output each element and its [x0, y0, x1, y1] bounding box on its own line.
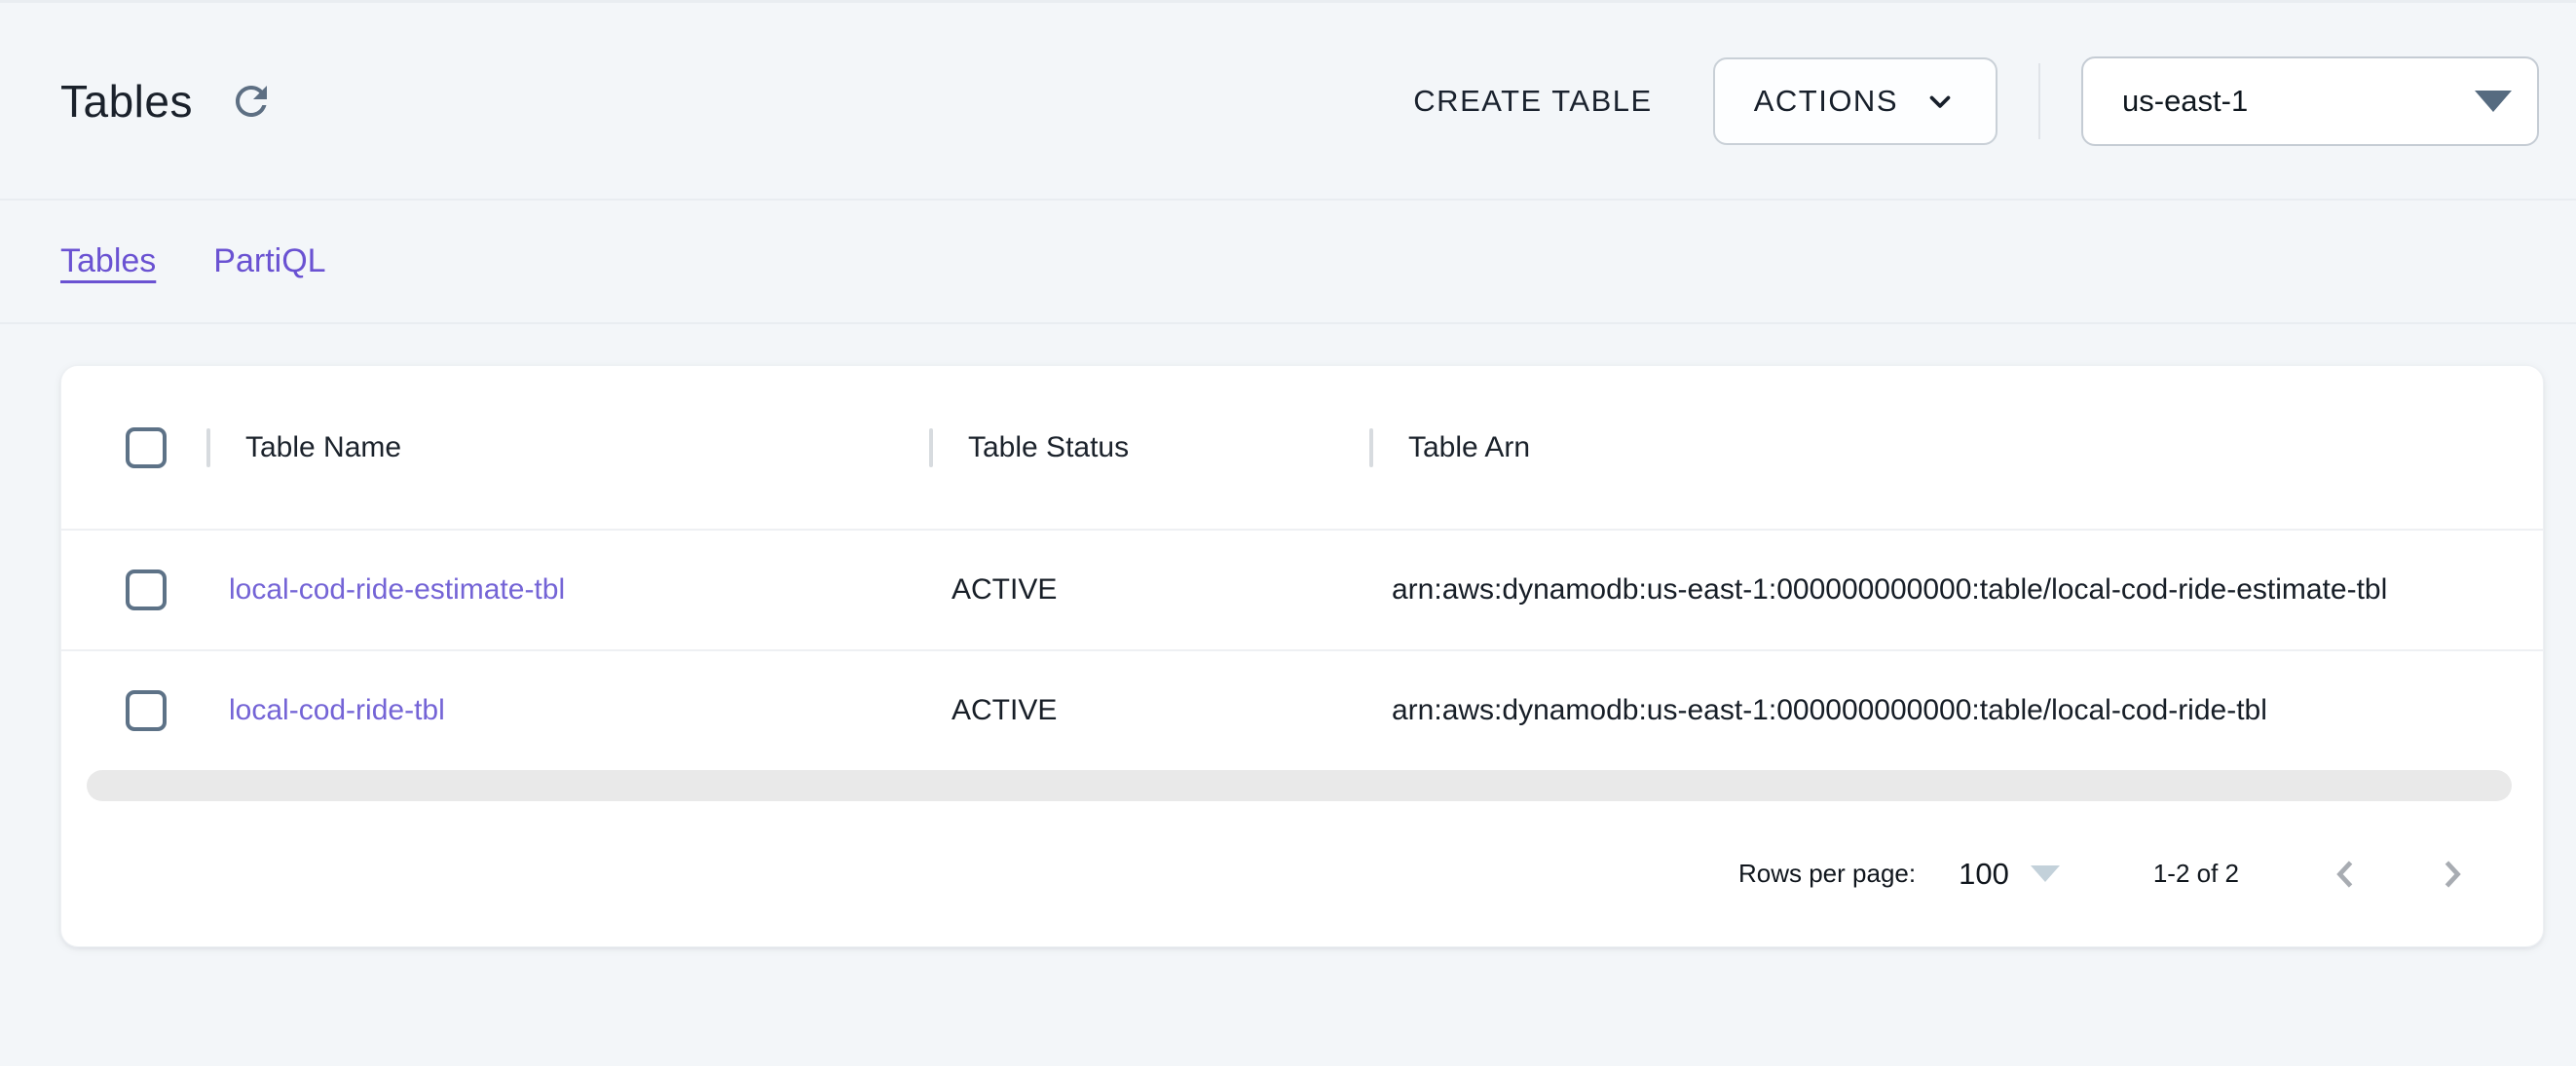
column-header-table-arn: Table Arn	[1369, 428, 2543, 467]
page-header: Tables CREATE TABLE ACTIONS us-east-1	[0, 3, 2576, 201]
table-row: local-cod-ride-tbl ACTIVE arn:aws:dynamo…	[61, 649, 2543, 770]
region-select[interactable]: us-east-1	[2081, 56, 2539, 146]
table-name-link[interactable]: local-cod-ride-estimate-tbl	[229, 573, 565, 606]
column-divider	[929, 428, 933, 467]
column-header-table-name: Table Name	[206, 428, 929, 467]
tab-partiql[interactable]: PartiQL	[213, 242, 325, 280]
column-divider	[206, 428, 210, 467]
dropdown-triangle-icon	[2475, 91, 2512, 112]
table-arn-cell: arn:aws:dynamodb:us-east-1:000000000000:…	[1369, 573, 2543, 607]
column-header-table-status: Table Status	[929, 428, 1369, 467]
tables-card: Table Name Table Status Table Arn local-…	[60, 365, 2544, 947]
actions-dropdown-button[interactable]: ACTIONS	[1713, 57, 1997, 145]
rows-per-page-value: 100	[1959, 857, 2009, 892]
chevron-right-icon	[2434, 856, 2471, 893]
table-header-row: Table Name Table Status Table Arn	[61, 366, 2543, 529]
table-status-cell: ACTIVE	[929, 573, 1369, 607]
rows-per-page-label: Rows per page:	[1738, 859, 1916, 889]
table-arn-cell: arn:aws:dynamodb:us-east-1:000000000000:…	[1369, 694, 2543, 727]
table-status-cell: ACTIVE	[929, 694, 1369, 727]
horizontal-scrollbar-thumb[interactable]	[87, 770, 2512, 801]
row-checkbox[interactable]	[126, 570, 167, 610]
row-checkbox[interactable]	[126, 690, 167, 731]
select-all-checkbox[interactable]	[126, 427, 167, 468]
table-name-link[interactable]: local-cod-ride-tbl	[229, 694, 445, 726]
previous-page-button[interactable]	[2327, 856, 2364, 893]
create-table-button[interactable]: CREATE TABLE	[1413, 84, 1652, 119]
region-select-value: us-east-1	[2122, 84, 2248, 119]
chevron-down-icon	[1923, 85, 1957, 118]
actions-button-label: ACTIONS	[1754, 84, 1898, 119]
next-page-button[interactable]	[2434, 856, 2471, 893]
header-divider	[2038, 63, 2040, 139]
refresh-icon	[228, 78, 275, 125]
dropdown-triangle-icon	[2031, 865, 2060, 882]
tab-bar: Tables PartiQL	[0, 201, 2576, 324]
horizontal-scrollbar-track	[87, 770, 2512, 801]
refresh-button[interactable]	[226, 76, 277, 127]
chevron-left-icon	[2327, 856, 2364, 893]
page-title: Tables	[60, 75, 193, 128]
column-divider	[1369, 428, 1373, 467]
pagination-range-label: 1-2 of 2	[2153, 859, 2239, 889]
pagination-bar: Rows per page: 100 1-2 of 2	[61, 801, 2543, 946]
tab-tables[interactable]: Tables	[60, 242, 156, 280]
table-row: local-cod-ride-estimate-tbl ACTIVE arn:a…	[61, 529, 2543, 649]
rows-per-page-select[interactable]: 100	[1959, 857, 2060, 892]
